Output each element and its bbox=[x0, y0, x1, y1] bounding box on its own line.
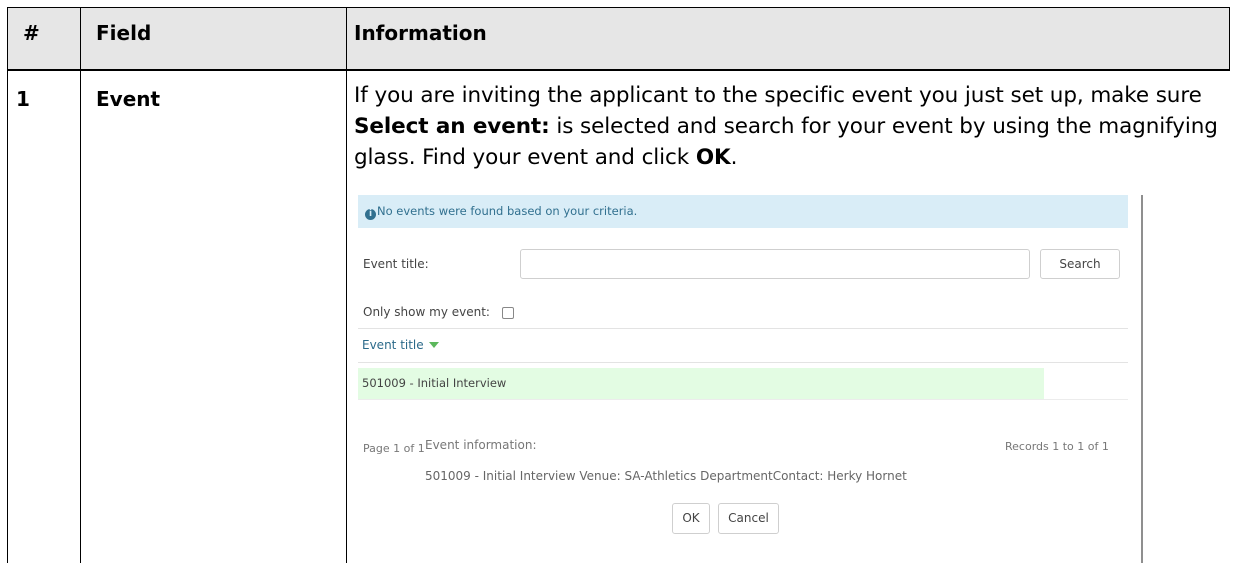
event-title-column-label: Event title bbox=[362, 338, 424, 352]
event-title-label: Event title: bbox=[363, 257, 429, 271]
dialog-right-edge bbox=[1141, 195, 1143, 563]
events-grid-header: Event title bbox=[358, 328, 1128, 363]
table-top-border bbox=[7, 7, 1230, 8]
info-bold-term: Select an event: bbox=[354, 114, 550, 139]
alert-text: No events were found based on your crite… bbox=[377, 204, 638, 218]
row-number: 1 bbox=[16, 87, 30, 111]
cancel-button[interactable]: Cancel bbox=[718, 503, 779, 534]
table-column-divider-2 bbox=[346, 7, 347, 563]
instruction-table: # Field Information 1 Event If you are i… bbox=[0, 0, 1237, 563]
info-circle-icon: i bbox=[365, 209, 376, 220]
only-show-my-event-label: Only show my event: bbox=[363, 305, 490, 319]
table-row[interactable]: 501009 - Initial Interview bbox=[358, 368, 1044, 399]
table-right-border bbox=[1229, 7, 1230, 70]
records-count: Records 1 to 1 of 1 bbox=[1005, 440, 1109, 453]
event-title-column-header[interactable]: Event title bbox=[362, 338, 439, 352]
event-information-detail: 501009 - Initial Interview Venue: SA-Ath… bbox=[425, 469, 907, 483]
header-information: Information bbox=[354, 21, 487, 45]
info-bold-term: OK bbox=[695, 145, 731, 170]
pager-text: Page 1 of 1 bbox=[363, 442, 425, 455]
only-show-my-event-checkbox[interactable] bbox=[502, 307, 514, 319]
table-column-divider-1 bbox=[80, 7, 81, 563]
info-text-segment: . bbox=[730, 145, 738, 170]
header-field: Field bbox=[96, 21, 152, 45]
event-row-title: 501009 - Initial Interview bbox=[362, 376, 507, 390]
no-results-alert: i No events were found based on your crit… bbox=[358, 195, 1128, 228]
row-field-name: Event bbox=[96, 87, 161, 111]
sort-desc-icon bbox=[428, 342, 439, 348]
table-header-row bbox=[8, 8, 1229, 69]
table-header-divider bbox=[7, 69, 1230, 71]
row-information-text: If you are inviting the applicant to the… bbox=[354, 80, 1224, 173]
header-number: # bbox=[23, 21, 40, 45]
grid-row-divider bbox=[358, 399, 1128, 400]
embedded-event-search-dialog: i No events were found based on your crit… bbox=[354, 195, 1143, 563]
table-left-border bbox=[7, 7, 8, 563]
event-information-label: Event information: bbox=[425, 438, 537, 452]
event-title-input[interactable] bbox=[520, 249, 1030, 279]
info-text-segment: If you are inviting the applicant to the… bbox=[354, 83, 1202, 108]
search-button[interactable]: Search bbox=[1040, 249, 1120, 279]
ok-button[interactable]: OK bbox=[672, 503, 710, 534]
